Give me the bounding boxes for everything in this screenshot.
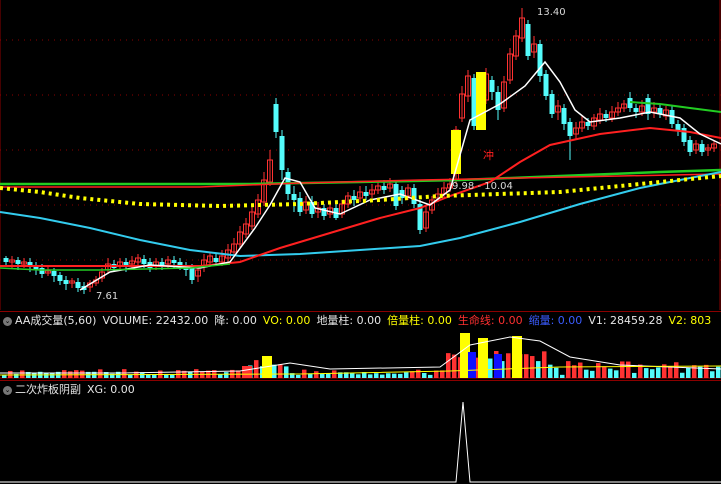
volume-pane[interactable] xyxy=(0,329,721,379)
field-value: 28459.28 xyxy=(606,314,663,327)
indicator-title[interactable]: 二次炸板阴副 xyxy=(15,383,81,396)
field-value: 0.00 xyxy=(228,314,257,327)
field-value: 0.00 xyxy=(494,314,523,327)
indicator-line-chart[interactable] xyxy=(0,398,721,484)
collapse-toggle-icon[interactable]: ⌄ xyxy=(3,316,12,326)
field-value: 0.00 xyxy=(282,314,311,327)
field-value: 0.00 xyxy=(423,314,452,327)
candlestick-chart[interactable]: 13.40 7.61 9.98 - 10.04 冲 xyxy=(0,0,721,310)
low-price-label: 7.61 xyxy=(96,291,118,302)
field-label: 缩量: xyxy=(528,314,555,327)
field-2: VO: 0.00 xyxy=(263,314,311,327)
field-label: XG: xyxy=(87,383,107,396)
stock-chart-window: 13.40 7.61 9.98 - 10.04 冲 ⌄ AA成交量(5,60) VO… xyxy=(0,0,721,484)
signal-marker: 冲 xyxy=(483,148,494,162)
volume-indicator-title[interactable]: AA成交量(5,60) xyxy=(15,314,96,327)
field-label: V1: xyxy=(588,314,607,327)
field-0: VOLUME: 22432.00 xyxy=(102,314,208,327)
field-label: 倍量柱: xyxy=(387,314,424,327)
price-chart-pane[interactable]: 13.40 7.61 9.98 - 10.04 冲 xyxy=(0,0,721,310)
field-6: 缩量: 0.00 xyxy=(529,314,583,327)
field-value: 803 xyxy=(686,314,712,327)
field-0: XG: 0.00 xyxy=(87,383,135,396)
field-4: 倍量柱: 0.00 xyxy=(387,314,452,327)
volume-pane-header: ⌄ AA成交量(5,60) VOLUME: 22432.00 降: 0.00 VO: 0… xyxy=(0,311,721,330)
collapse-toggle-icon[interactable]: ⌄ xyxy=(3,385,12,395)
field-label: VOLUME: xyxy=(102,314,153,327)
field-value: 0.00 xyxy=(353,314,382,327)
field-label: V2: xyxy=(668,314,687,327)
field-1: 降: 0.00 xyxy=(214,314,257,327)
field-label: 地量柱: xyxy=(316,314,354,327)
field-8: V2: 803 xyxy=(669,314,712,327)
price-range-label: 9.98 - 10.04 xyxy=(452,181,513,192)
field-label: 降: xyxy=(214,314,229,327)
field-3: 地量柱: 0.00 xyxy=(316,314,381,327)
field-5: 生命线: 0.00 xyxy=(458,314,523,327)
field-label: VO: xyxy=(262,314,283,327)
field-value: 22432.00 xyxy=(152,314,209,327)
volume-bars-chart[interactable] xyxy=(0,329,721,379)
field-7: V1: 28459.28 xyxy=(588,314,662,327)
field-label: 生命线: xyxy=(457,314,495,327)
indicator-pane-header: ⌄ 二次炸板阴副 XG: 0.00 xyxy=(0,380,721,399)
field-value: 0.00 xyxy=(554,314,583,327)
field-value: 0.00 xyxy=(106,383,135,396)
high-price-label: 13.40 xyxy=(537,7,566,18)
indicator-pane[interactable] xyxy=(0,398,721,484)
